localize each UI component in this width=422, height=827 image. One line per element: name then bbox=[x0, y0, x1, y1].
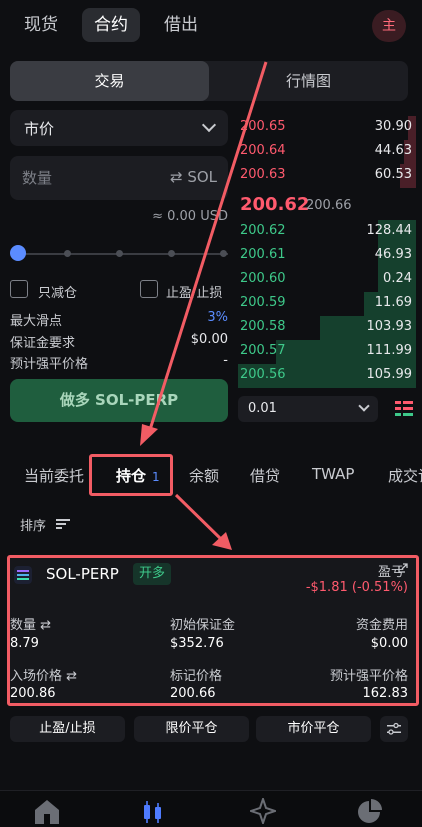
account-avatar[interactable]: 主 bbox=[372, 10, 406, 42]
slider-step bbox=[64, 250, 71, 257]
margin-label: 保证金要求 bbox=[10, 336, 76, 351]
quantity-field[interactable]: ⇄ SOL bbox=[10, 156, 228, 200]
slippage-label: 最大滑点 bbox=[10, 314, 63, 329]
bid-row[interactable]: 200.62 128.44 bbox=[238, 220, 416, 244]
bid-price: 200.59 bbox=[240, 295, 286, 310]
sparkle-icon[interactable] bbox=[250, 798, 276, 824]
bid-price: 200.62 bbox=[240, 223, 286, 238]
limit-close-button[interactable]: 限价平仓 bbox=[134, 716, 249, 742]
bid-size: 11.69 bbox=[374, 295, 412, 310]
bid-price: 200.56 bbox=[240, 367, 286, 382]
ask-size: 30.90 bbox=[374, 119, 412, 134]
sort-icon[interactable] bbox=[56, 518, 70, 530]
home-icon[interactable] bbox=[33, 798, 61, 824]
tp-sl-button[interactable]: 止盈/止损 bbox=[10, 716, 125, 742]
tab-twap[interactable]: TWAP bbox=[312, 465, 354, 483]
slippage-value[interactable]: 3% bbox=[207, 310, 228, 325]
mark-price: 200.66 bbox=[306, 198, 352, 213]
bid-row[interactable]: 200.61 46.93 bbox=[238, 244, 416, 268]
bid-size: 103.93 bbox=[366, 319, 413, 334]
tick-size-value: 0.01 bbox=[248, 401, 277, 416]
bid-row[interactable]: 200.56 105.99 bbox=[238, 364, 416, 388]
slider-step bbox=[168, 250, 175, 257]
bid-row[interactable]: 200.57 111.99 bbox=[238, 340, 416, 364]
reduce-only-checkbox[interactable] bbox=[10, 280, 28, 298]
bid-size: 46.93 bbox=[374, 247, 412, 262]
leverage-slider-track[interactable] bbox=[18, 253, 228, 255]
annotation-highlight-card bbox=[7, 555, 419, 706]
margin-value: $0.00 bbox=[190, 332, 228, 347]
slider-step bbox=[116, 250, 123, 257]
liq-price-value: - bbox=[223, 353, 228, 368]
annotation-highlight-tab bbox=[89, 454, 173, 496]
order-type-value: 市价 bbox=[24, 120, 55, 138]
settings-button[interactable] bbox=[380, 716, 408, 742]
bid-price: 200.57 bbox=[240, 343, 286, 358]
bid-price: 200.61 bbox=[240, 247, 286, 262]
bid-row[interactable]: 200.58 103.93 bbox=[238, 316, 416, 340]
ask-size: 60.53 bbox=[374, 167, 412, 182]
bid-price: 200.58 bbox=[240, 319, 286, 334]
order-type-select[interactable]: 市价 bbox=[10, 110, 228, 146]
tab-lend[interactable]: 借出 bbox=[152, 8, 210, 42]
tab-open-orders[interactable]: 当前委托 bbox=[24, 465, 84, 486]
chevron-down-icon bbox=[201, 117, 217, 133]
bid-size: 105.99 bbox=[366, 367, 413, 382]
ask-size: 44.63 bbox=[374, 143, 412, 158]
book-layout-icon[interactable] bbox=[394, 400, 414, 418]
quantity-input[interactable] bbox=[22, 166, 142, 190]
last-price: 200.62 bbox=[240, 194, 310, 215]
portfolio-pie-icon[interactable] bbox=[357, 798, 383, 824]
ask-price: 200.63 bbox=[240, 167, 286, 182]
market-close-button[interactable]: 市价平仓 bbox=[256, 716, 371, 742]
tick-size-select[interactable]: 0.01 bbox=[238, 396, 378, 422]
trade-candles-icon[interactable] bbox=[142, 800, 164, 824]
usd-estimate: ≈ 0.00 USD bbox=[152, 209, 228, 224]
unit-toggle[interactable]: ⇄ SOL bbox=[170, 168, 217, 186]
ask-price: 200.65 bbox=[240, 119, 286, 134]
tab-spot[interactable]: 现货 bbox=[12, 8, 70, 42]
ask-price: 200.64 bbox=[240, 143, 286, 158]
bid-row[interactable]: 200.60 0.24 bbox=[238, 268, 416, 292]
view-segment: 交易 行情图 bbox=[10, 61, 408, 101]
sliders-icon bbox=[387, 722, 401, 735]
tp-sl-label: 止盈/止损 bbox=[166, 286, 223, 301]
tp-sl-checkbox[interactable] bbox=[140, 280, 158, 298]
tab-fills[interactable]: 成交记 bbox=[388, 465, 422, 486]
bid-price: 200.60 bbox=[240, 271, 286, 286]
liq-price-label: 预计强平价格 bbox=[10, 357, 89, 372]
bid-size: 128.44 bbox=[366, 223, 413, 238]
tab-balance[interactable]: 余额 bbox=[189, 465, 219, 486]
slider-step bbox=[220, 250, 227, 257]
slider-handle[interactable] bbox=[10, 245, 26, 261]
ask-row[interactable]: 200.63 60.53 bbox=[238, 164, 416, 188]
sort-label[interactable]: 排序 bbox=[20, 515, 46, 534]
ask-row[interactable]: 200.64 44.63 bbox=[238, 140, 416, 164]
chevron-down-icon bbox=[358, 400, 370, 412]
tab-futures[interactable]: 合约 bbox=[82, 8, 140, 42]
bid-row[interactable]: 200.59 11.69 bbox=[238, 292, 416, 316]
long-button[interactable]: 做多 SOL-PERP bbox=[10, 379, 228, 422]
ask-row[interactable]: 200.65 30.90 bbox=[238, 116, 416, 140]
bid-size: 111.99 bbox=[366, 343, 413, 358]
segment-trade[interactable]: 交易 bbox=[10, 61, 209, 101]
reduce-only-label: 只减仓 bbox=[38, 286, 78, 301]
bid-size: 0.24 bbox=[383, 271, 412, 286]
segment-chart[interactable]: 行情图 bbox=[209, 61, 408, 101]
tab-borrow[interactable]: 借贷 bbox=[250, 465, 280, 486]
